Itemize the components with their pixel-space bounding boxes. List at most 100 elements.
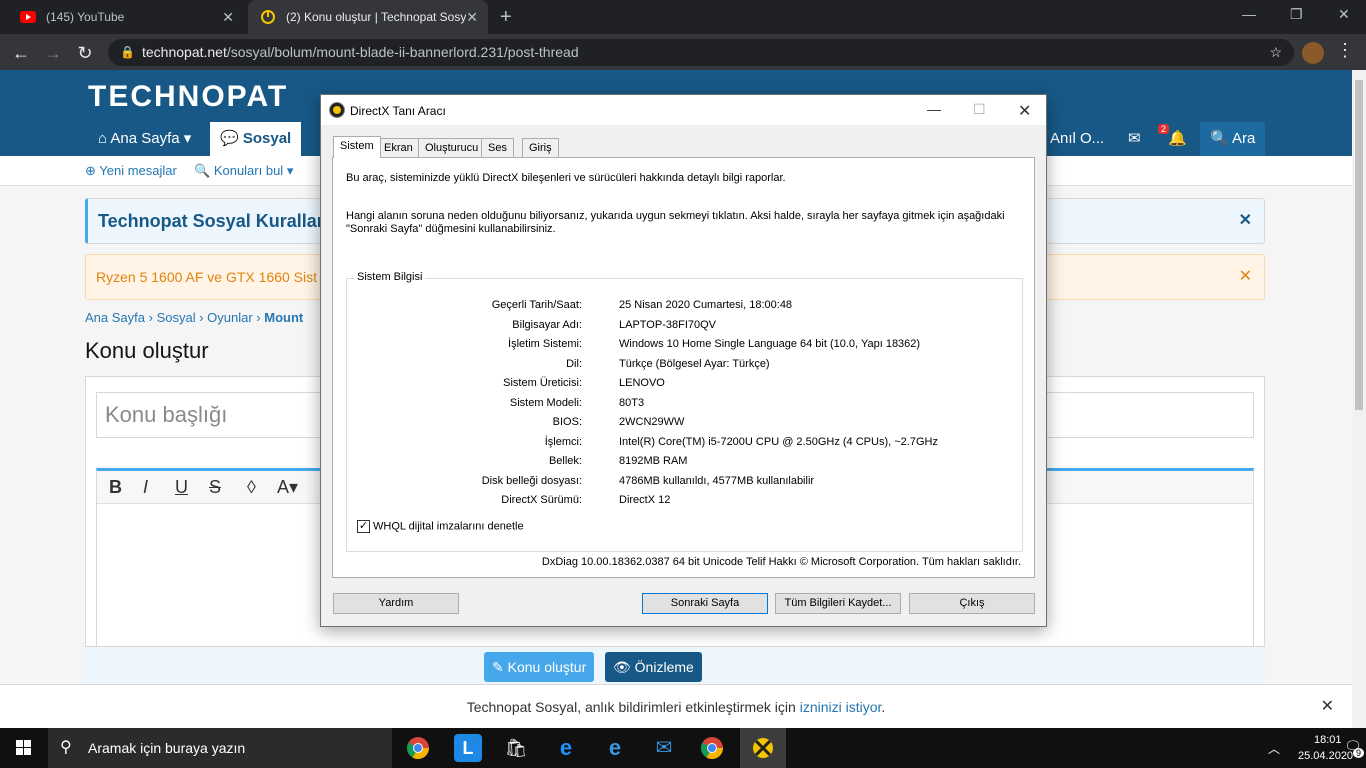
- chrome-icon[interactable]: [404, 734, 432, 762]
- push-permission-link[interactable]: izninizi istiyor: [800, 699, 882, 715]
- save-all-button[interactable]: Tüm Bilgileri Kaydet...: [775, 593, 901, 614]
- color-icon[interactable]: ◊: [247, 477, 256, 498]
- windows-start-icon[interactable]: [0, 728, 48, 768]
- sistem-panel: Bu araç, sisteminizde yüklü DirectX bile…: [332, 157, 1035, 578]
- back-icon[interactable]: ←: [8, 40, 34, 66]
- dxdiag-titlebar[interactable]: DirectX Tanı Aracı — ☐ ✕: [321, 95, 1046, 125]
- font-size-icon[interactable]: A▾: [277, 477, 298, 498]
- help-button[interactable]: Yardım: [333, 593, 459, 614]
- tab-olusturucu[interactable]: Oluşturucu: [418, 138, 486, 157]
- dismiss-icon[interactable]: ✕: [1239, 255, 1252, 299]
- info-value: 80T3: [619, 397, 645, 409]
- close-tab-icon[interactable]: ✕: [466, 9, 478, 26]
- info-label: Geçerli Tarih/Saat:: [491, 299, 582, 311]
- store-icon[interactable]: 🛍: [502, 734, 530, 762]
- clock-time[interactable]: 18:01: [1314, 734, 1342, 746]
- alerts-badge: 2: [1158, 124, 1170, 134]
- push-notice: Technopat Sosyal, anlık bildirimleri etk…: [0, 684, 1352, 728]
- maximize-icon[interactable]: ❐: [1290, 6, 1303, 23]
- technopat-favicon-icon: [260, 9, 276, 25]
- maximize-icon[interactable]: ☐: [973, 101, 986, 118]
- lightshot-icon[interactable]: L: [454, 734, 482, 762]
- info-value: Intel(R) Core(TM) i5-7200U CPU @ 2.50GHz…: [619, 436, 938, 448]
- close-tab-icon[interactable]: ✕: [222, 9, 234, 26]
- new-tab-icon[interactable]: +: [500, 6, 512, 29]
- taskbar-search[interactable]: ⚲ Aramak için buraya yazın: [48, 728, 392, 768]
- close-window-icon[interactable]: ✕: [1338, 6, 1350, 23]
- forward-icon[interactable]: →: [40, 40, 66, 66]
- tab-technopat[interactable]: (2) Konu oluştur | Technopat Sosy ✕: [248, 0, 488, 34]
- tab-giris[interactable]: Giriş: [522, 138, 559, 157]
- push-text: Technopat Sosyal, anlık bildirimleri etk…: [466, 699, 800, 715]
- tab-ekran[interactable]: Ekran: [377, 138, 420, 157]
- info-value: Türkçe (Bölgesel Ayar: Türkçe): [619, 358, 770, 370]
- inbox-icon[interactable]: ✉: [1118, 122, 1151, 156]
- nav-home[interactable]: ⌂ Ana Sayfa ▾: [88, 122, 201, 156]
- tray-chevron-icon[interactable]: ︿: [1268, 740, 1280, 757]
- info-label: Sistem Üreticisi:: [503, 377, 582, 389]
- info-value: LAPTOP-38FI70QV: [619, 319, 717, 331]
- preview-label: Önizleme: [634, 659, 694, 675]
- mail-icon[interactable]: ✉: [650, 734, 678, 762]
- breadcrumb-item[interactable]: Sosyal: [157, 310, 196, 325]
- profile-avatar[interactable]: [1302, 42, 1324, 64]
- browser-tabstrip: (145) YouTube ✕ (2) Konu oluştur | Techn…: [0, 0, 1366, 34]
- page-scrollbar[interactable]: [1352, 70, 1366, 728]
- nav-sosyal[interactable]: 💬 Sosyal: [210, 122, 302, 156]
- tab-ses[interactable]: Ses: [481, 138, 514, 157]
- info-label: DirectX Sürümü:: [501, 494, 582, 506]
- tab-youtube[interactable]: (145) YouTube ✕: [8, 0, 244, 34]
- search-placeholder: Aramak için buraya yazın: [88, 740, 246, 756]
- internet-explorer-icon[interactable]: e: [552, 734, 580, 762]
- info-label: BIOS:: [552, 416, 582, 428]
- url-host: technopat.net: [142, 44, 227, 60]
- close-icon[interactable]: ✕: [1321, 685, 1334, 728]
- italic-icon[interactable]: I: [143, 477, 148, 498]
- strikethrough-icon[interactable]: S: [209, 477, 221, 498]
- info-label: Bellek:: [548, 455, 582, 467]
- system-info-group: Sistem Bilgisi Geçerli Tarih/Saat: 25 Ni…: [346, 271, 1023, 552]
- nav-user[interactable]: Anıl O...: [1040, 122, 1114, 156]
- whql-checkbox[interactable]: ✓ WHQL dijital imzalarını denetle: [357, 520, 524, 533]
- scrollbar-thumb[interactable]: [1355, 80, 1363, 410]
- chrome-icon[interactable]: [698, 734, 726, 762]
- find-threads-link[interactable]: 🔍 Konuları bul ▾: [194, 156, 293, 186]
- nav-search[interactable]: 🔍 Ara: [1200, 122, 1266, 156]
- directx-icon: [329, 102, 345, 118]
- bold-icon[interactable]: B: [109, 477, 122, 498]
- whql-label: WHQL dijital imzalarını denetle: [373, 520, 524, 533]
- system-tray: ︿ 18:01 25.04.2020 🗨 9: [1206, 728, 1366, 768]
- info-label: Bilgisayar Adı:: [512, 319, 582, 331]
- breadcrumb-item[interactable]: Mount: [264, 310, 303, 325]
- tab-label: (2) Konu oluştur | Technopat Sosy: [286, 10, 466, 24]
- edge-icon[interactable]: e: [601, 734, 629, 762]
- info-label: İşletim Sistemi:: [508, 338, 582, 350]
- url-bar[interactable]: 🔒 technopat.net/sosyal/bolum/mount-blade…: [108, 39, 1294, 66]
- tab-sistem[interactable]: Sistem: [333, 136, 381, 158]
- info-value: DirectX 12: [619, 494, 671, 506]
- dxdiag-window: DirectX Tanı Aracı — ☐ ✕ Sistem Ekran Ol…: [320, 94, 1047, 627]
- site-logo[interactable]: TECHNOPAT: [88, 80, 288, 114]
- breadcrumb-item[interactable]: Ana Sayfa: [85, 310, 145, 325]
- reload-icon[interactable]: ↻: [72, 40, 98, 66]
- dismiss-icon[interactable]: ✕: [1239, 199, 1252, 243]
- create-thread-button[interactable]: ✎ Konu oluştur: [484, 652, 595, 682]
- checkmark-icon[interactable]: ✓: [357, 520, 370, 533]
- preview-button[interactable]: 👁 Önizleme: [605, 652, 702, 682]
- bookmark-star-icon[interactable]: ☆: [1269, 39, 1282, 66]
- instructions-text: Hangi alanın soruna neden olduğunu biliy…: [346, 210, 1005, 235]
- find-threads-label: Konuları bul: [213, 163, 284, 178]
- new-messages-link[interactable]: ⊕ Yeni mesajlar: [85, 156, 177, 186]
- next-page-button[interactable]: Sonraki Sayfa: [642, 593, 768, 614]
- dxdiag-taskbar-icon[interactable]: [740, 728, 786, 768]
- minimize-icon[interactable]: —: [1242, 6, 1256, 22]
- underline-icon[interactable]: U: [175, 477, 188, 498]
- minimize-icon[interactable]: —: [927, 101, 941, 117]
- taskbar: ⚲ Aramak için buraya yazın L 🛍 e e ✉ ︿ 1…: [0, 728, 1366, 768]
- nav-sosyal-label: Sosyal: [242, 130, 292, 147]
- menu-icon[interactable]: ⋮: [1336, 40, 1354, 61]
- exit-button[interactable]: Çıkış: [909, 593, 1035, 614]
- close-icon[interactable]: ✕: [1018, 101, 1031, 121]
- breadcrumb-item[interactable]: Oyunlar: [207, 310, 253, 325]
- breadcrumb: Ana Sayfa › Sosyal › Oyunlar › Mount: [85, 310, 304, 325]
